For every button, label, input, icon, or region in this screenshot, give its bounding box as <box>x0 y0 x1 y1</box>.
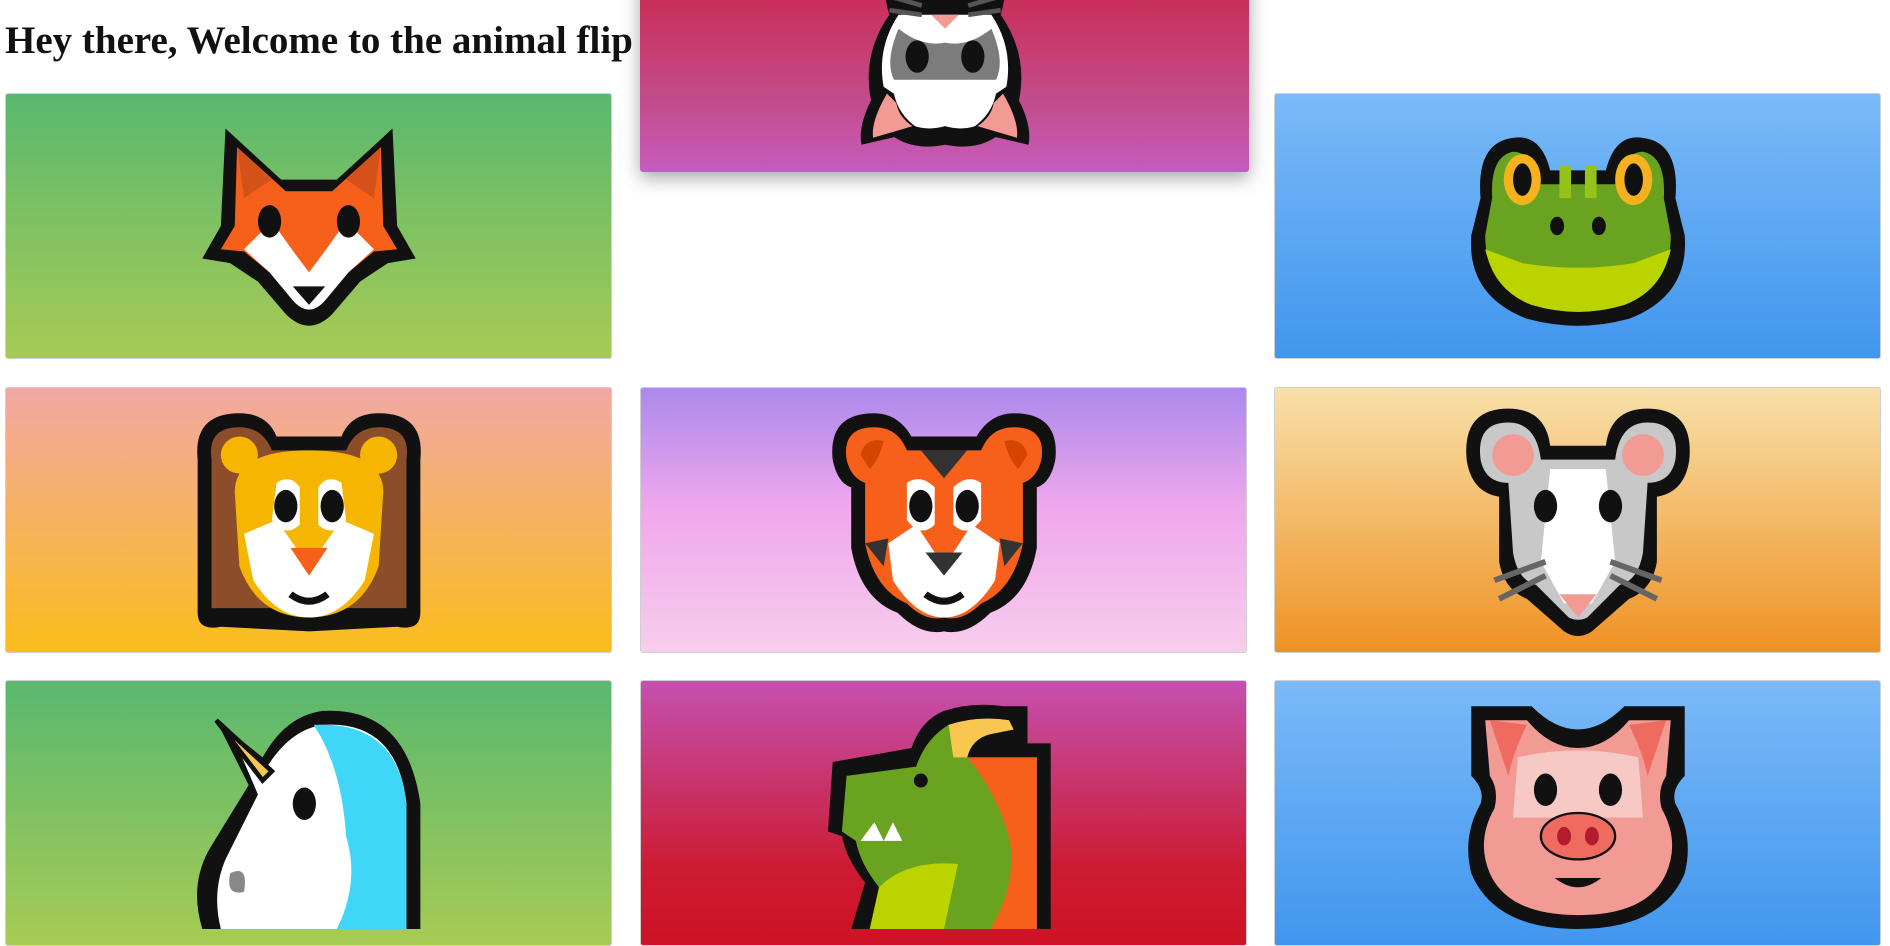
animal-card-fox[interactable] <box>5 93 612 359</box>
animal-card-lion[interactable] <box>5 387 612 653</box>
animal-card-unicorn[interactable] <box>5 680 612 946</box>
animal-card-mouse[interactable] <box>1274 387 1881 653</box>
tiger-icon <box>831 413 1056 633</box>
frog-icon <box>1470 137 1685 326</box>
page-title: Hey there, Welcome to the animal flip <box>5 19 633 62</box>
animal-card-frog[interactable] <box>1274 93 1881 359</box>
mouse-icon <box>1465 408 1690 636</box>
animal-card-dragon[interactable] <box>640 680 1247 946</box>
animal-card-tiger[interactable] <box>640 387 1247 653</box>
dragon-icon <box>827 704 1051 929</box>
animal-card-rabbit[interactable] <box>640 0 1249 172</box>
animal-card-pig[interactable] <box>1274 680 1881 946</box>
lion-icon <box>196 413 421 632</box>
rabbit-icon <box>860 0 1029 147</box>
fox-icon <box>201 128 416 326</box>
unicorn-icon <box>196 710 420 929</box>
pig-icon <box>1467 706 1688 929</box>
